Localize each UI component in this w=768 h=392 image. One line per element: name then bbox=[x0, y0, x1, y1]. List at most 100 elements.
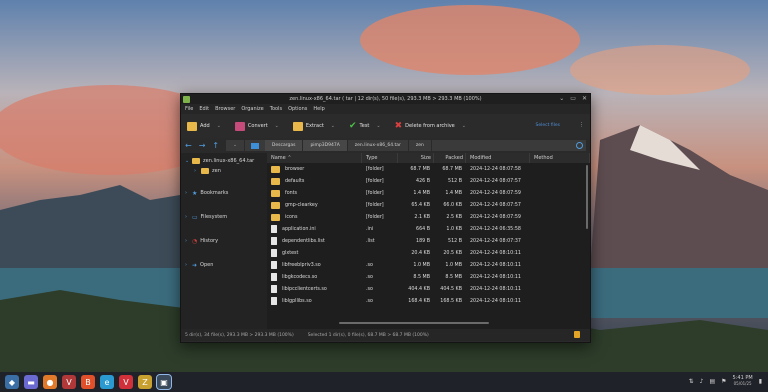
column-header-method[interactable]: Method bbox=[530, 153, 590, 163]
cell-packed: 168.5 KB bbox=[440, 298, 462, 304]
table-row[interactable]: libgkcodecs.so .so 8.5 MB 8.5 MB 2024-12-24 … bbox=[267, 271, 590, 283]
vertical-scrollbar[interactable] bbox=[586, 165, 588, 229]
sidebar-item-open[interactable]: › ➜ Open bbox=[181, 253, 267, 277]
breadcrumb-chevron-icon[interactable]: ⌄ bbox=[226, 140, 245, 151]
title-bar[interactable]: zen.linux-x86_64.tar ( tar | 12 dir(s), … bbox=[181, 94, 590, 104]
maximize-icon[interactable]: ▭ bbox=[570, 95, 576, 102]
cell-size: 168.4 KB bbox=[408, 298, 430, 304]
add-button[interactable]: Add ⌄ bbox=[187, 121, 221, 131]
breadcrumb-item[interactable]: pimp3D947A bbox=[303, 140, 348, 151]
chevron-right-icon[interactable]: › bbox=[185, 238, 189, 244]
app-launcher-icon[interactable]: ◆ bbox=[5, 375, 19, 389]
file-manager-icon[interactable]: ▬ bbox=[24, 375, 38, 389]
file-name: icons bbox=[285, 214, 298, 220]
sidebar-item-history[interactable]: › ◔ History bbox=[181, 229, 267, 253]
show-desktop-icon[interactable]: ▮ bbox=[759, 378, 762, 385]
vivaldi-style-icon[interactable]: V bbox=[62, 375, 76, 389]
chevron-right-icon[interactable]: › bbox=[194, 168, 198, 174]
chevron-down-icon[interactable]: ⌄ bbox=[217, 123, 221, 129]
breadcrumb[interactable]: ⌄ Descargas pimp3D947A zen.linux-x86_64.… bbox=[226, 140, 586, 151]
menu-options[interactable]: Options bbox=[288, 106, 307, 112]
window-title: zen.linux-x86_64.tar ( tar | 12 dir(s), … bbox=[289, 96, 482, 102]
breadcrumb-item[interactable]: zen.linux-x86_64.tar bbox=[348, 140, 409, 151]
column-header-packed[interactable]: Packed bbox=[434, 153, 466, 163]
chevron-down-icon[interactable]: ⌄ bbox=[185, 158, 189, 164]
cell-modified: 2024-12-24 06:35:58 bbox=[470, 226, 521, 232]
column-header-name[interactable]: Name ⌃ bbox=[267, 153, 362, 163]
file-icon bbox=[271, 237, 277, 245]
clock-date: 05/01/25 bbox=[733, 381, 752, 386]
breadcrumb-item[interactable]: Descargas bbox=[264, 140, 304, 151]
table-row[interactable]: liblgpllibs.so .so 168.4 KB 168.5 KB 2024-12… bbox=[267, 295, 590, 307]
folder-icon bbox=[271, 201, 280, 209]
table-row[interactable]: dependentlibs.list .list 189 B 512 B 2024-12… bbox=[267, 235, 590, 247]
tree-item-archive[interactable]: ⌄ zen.linux-x86_64.tar bbox=[181, 156, 267, 166]
tree-item-zen[interactable]: › zen bbox=[181, 166, 267, 176]
table-row[interactable]: libipcclientcerts.so .so 404.4 KB 404.5 KB 2… bbox=[267, 283, 590, 295]
status-selection: Selected 1 dir(s), 0 file(s), 68.7 MB > … bbox=[307, 332, 429, 338]
archive-folder-icon bbox=[192, 158, 200, 164]
menu-browser[interactable]: Browser bbox=[215, 106, 235, 112]
search-icon[interactable] bbox=[576, 142, 583, 149]
chevron-down-icon[interactable]: ⌄ bbox=[275, 123, 279, 129]
table-row[interactable]: fonts [folder] 1.4 MB 1.4 MB 2024-12-24 08:0… bbox=[267, 187, 590, 199]
back-arrow-icon[interactable]: ← bbox=[185, 141, 192, 150]
chevron-right-icon[interactable]: › bbox=[185, 262, 189, 268]
minimize-icon[interactable]: ⌄ bbox=[559, 95, 564, 102]
column-header-modified[interactable]: Modified bbox=[466, 153, 530, 163]
volume-icon[interactable]: ♪ bbox=[700, 378, 704, 385]
table-row[interactable]: glxtest 20.4 KB 20.5 KB 2024-12-24 08:10:11 bbox=[267, 247, 590, 259]
menu-help[interactable]: Help bbox=[313, 106, 324, 112]
menu-file[interactable]: File bbox=[185, 106, 193, 112]
file-name: libipcclientcerts.so bbox=[282, 286, 327, 292]
convert-button[interactable]: Convert ⌄ bbox=[234, 121, 279, 131]
notifications-icon[interactable]: ⚑ bbox=[721, 378, 726, 385]
lock-icon[interactable] bbox=[574, 331, 580, 338]
table-row[interactable]: defaults [folder] 426 B 512 B 2024-12-24 08:… bbox=[267, 175, 590, 187]
test-button[interactable]: ✔ Test ⌄ bbox=[349, 121, 381, 131]
table-row[interactable]: libfreeblpriv3.so .so 1.0 MB 1.0 MB 2024-12-… bbox=[267, 259, 590, 271]
more-options-icon[interactable]: ⋮ bbox=[579, 122, 584, 128]
menu-edit[interactable]: Edit bbox=[199, 106, 209, 112]
clipboard-icon[interactable]: ▤ bbox=[709, 378, 715, 385]
cell-size: 8.5 MB bbox=[413, 274, 430, 280]
select-files-link[interactable]: Select files bbox=[535, 123, 560, 128]
table-row[interactable]: gmp-clearkey [folder] 65.4 KB 66.0 KB 2024-1… bbox=[267, 199, 590, 211]
file-icon bbox=[271, 285, 277, 293]
chevron-down-icon[interactable]: ⌄ bbox=[462, 123, 466, 129]
menu-organize[interactable]: Organize bbox=[241, 106, 263, 112]
up-arrow-icon[interactable]: ↑ bbox=[212, 141, 219, 150]
browser-icon[interactable]: ● bbox=[43, 375, 57, 389]
sidebar-item-filesystem[interactable]: › ▭ Filesystem bbox=[181, 205, 267, 229]
brave-icon[interactable]: B bbox=[81, 375, 95, 389]
table-row[interactable]: application.ini .ini 664 B 1.0 KB 2024-12-24… bbox=[267, 223, 590, 235]
column-header-size[interactable]: Size bbox=[398, 153, 434, 163]
zen-icon[interactable]: Z bbox=[138, 375, 152, 389]
folder-icon bbox=[271, 177, 280, 185]
horizontal-scrollbar[interactable] bbox=[339, 322, 489, 324]
menu-tools[interactable]: Tools bbox=[270, 106, 282, 112]
extract-button[interactable]: Extract ⌄ bbox=[292, 121, 335, 131]
breadcrumb-item[interactable]: zen bbox=[409, 140, 432, 151]
chevron-down-icon[interactable]: ⌄ bbox=[331, 123, 335, 129]
edge-icon[interactable]: e bbox=[100, 375, 114, 389]
column-header-type[interactable]: Type bbox=[362, 153, 398, 163]
table-row[interactable]: icons [folder] 2.1 KB 2.5 KB 2024-12-24 08:0… bbox=[267, 211, 590, 223]
chevron-right-icon[interactable]: › bbox=[185, 214, 189, 220]
archiver-icon[interactable]: ▣ bbox=[156, 374, 172, 390]
chevron-right-icon[interactable]: › bbox=[185, 190, 189, 196]
delete-button[interactable]: ✖ Delete from archive ⌄ bbox=[395, 121, 466, 131]
table-row[interactable]: browser [folder] 68.7 MB 68.7 MB 2024-12-24 … bbox=[267, 163, 590, 175]
vivaldi-icon[interactable]: V bbox=[119, 375, 133, 389]
chevron-down-icon[interactable]: ⌄ bbox=[376, 123, 380, 129]
file-name: browser bbox=[285, 166, 305, 172]
cell-size: 664 B bbox=[416, 226, 430, 232]
clock[interactable]: 5:41 PM 05/01/25 bbox=[733, 375, 753, 387]
sidebar-item-bookmarks[interactable]: › ★ Bookmarks bbox=[181, 181, 267, 205]
system-tray: ⇅ ♪ ▤ ⚑ 5:41 PM 05/01/25 ▮ bbox=[689, 375, 762, 387]
forward-arrow-icon[interactable]: → bbox=[199, 141, 206, 150]
cell-name: application.ini bbox=[267, 225, 362, 233]
close-icon[interactable]: ✕ bbox=[582, 95, 587, 102]
network-icon[interactable]: ⇅ bbox=[689, 378, 694, 385]
cell-type: [folder] bbox=[366, 214, 384, 220]
